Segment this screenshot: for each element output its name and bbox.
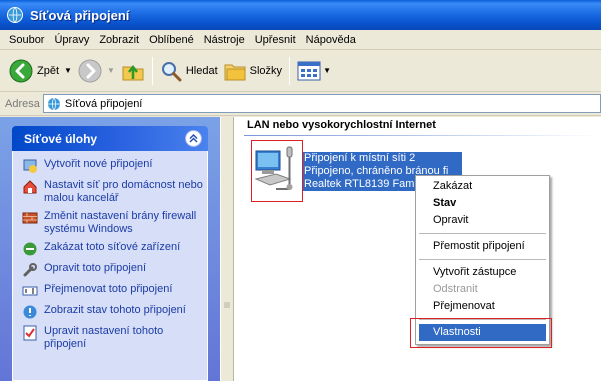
back-arrow-icon (9, 59, 33, 82)
disable-device-icon (23, 242, 37, 256)
task-item[interactable]: Upravit nastavení tohoto připojení (22, 325, 207, 351)
folders-icon (224, 64, 246, 80)
menu-advanced[interactable]: Upřesnit (250, 30, 301, 50)
network-connections-icon (7, 7, 23, 23)
task-item[interactable]: Opravit toto připojení (22, 262, 207, 278)
section-divider (244, 135, 601, 136)
properties-highlight-box (410, 318, 552, 348)
collapse-icon[interactable] (185, 130, 202, 147)
views-icon (297, 61, 321, 80)
connection-name: Připojení k místní síti 2 (304, 152, 416, 164)
menu-favorites[interactable]: Oblíbené (144, 30, 199, 50)
menu-item-delete: Odstranit (433, 283, 478, 295)
lan-connection-icon (254, 146, 293, 190)
views-dropdown-icon[interactable]: ▼ (323, 66, 331, 75)
folders-button[interactable]: Složky (221, 54, 285, 88)
search-icon (161, 61, 182, 81)
search-button[interactable]: Hledat (157, 54, 221, 88)
title-bar: Síťová připojení (0, 0, 601, 30)
menu-item-rename[interactable]: Přejmenovat (416, 298, 549, 315)
section-title: LAN nebo vysokorychlostní Internet (247, 119, 436, 131)
splitter-grip-icon (224, 302, 230, 308)
folder-up-icon (122, 64, 144, 80)
rename-icon (22, 286, 38, 296)
task-item[interactable]: Nastavit síť pro domácnost nebo malou ka… (22, 179, 207, 205)
task-label[interactable]: Opravit toto připojení (44, 262, 204, 275)
task-label[interactable]: Zakázat toto síťové zařízení (44, 241, 204, 254)
task-item[interactable]: Zakázat toto síťové zařízení (22, 241, 207, 257)
address-label: Adresa (5, 97, 40, 110)
task-label[interactable]: Přejmenovat toto připojení (44, 283, 204, 296)
folders-label: Složky (249, 64, 283, 77)
firewall-icon (22, 212, 38, 224)
menu-file[interactable]: Soubor (4, 30, 49, 50)
task-item[interactable]: Změnit nastavení brány firewall systému … (22, 210, 207, 236)
back-dropdown-icon[interactable]: ▼ (64, 66, 72, 75)
new-connection-icon (23, 159, 37, 173)
task-label[interactable]: Změnit nastavení brány firewall systému … (44, 210, 204, 236)
menu-tools[interactable]: Nástroje (199, 30, 250, 50)
menu-item-create-shortcut[interactable]: Vytvořit zástupce (416, 264, 549, 281)
address-field[interactable]: Síťová připojení (42, 94, 601, 113)
toolbar-separator (151, 56, 153, 85)
task-label[interactable]: Zobrazit stav tohoto připojení (44, 304, 204, 317)
connection-icon-highlight[interactable] (251, 140, 303, 202)
task-item[interactable]: Vytvořit nové připojení (22, 158, 207, 174)
network-connections-small-icon (47, 97, 60, 110)
task-label[interactable]: Upravit nastavení tohoto připojení (44, 325, 204, 351)
network-tasks-panel: Síťové úlohy Vytvořit nové připojení Nas… (12, 126, 208, 381)
menu-view[interactable]: Zobrazit (94, 30, 144, 50)
pane-splitter[interactable] (220, 117, 234, 381)
settings-icon (23, 325, 37, 341)
up-button[interactable] (118, 54, 148, 88)
network-tasks-title: Síťové úlohy (24, 131, 98, 146)
toolbar: Zpět ▼ ▼ Hledat Složky ▼ (0, 50, 601, 92)
task-label[interactable]: Vytvořit nové připojení (44, 158, 204, 171)
address-bar: Adresa Síťová připojení (0, 92, 601, 116)
task-item[interactable]: Zobrazit stav tohoto připojení (22, 304, 207, 320)
window-title: Síťová připojení (30, 7, 130, 23)
toolbar-separator-2 (289, 56, 291, 85)
menu-item-status[interactable]: Stav (416, 195, 549, 212)
home-network-icon (23, 180, 37, 194)
address-text: Síťová připojení (64, 97, 143, 110)
network-tasks-list: Vytvořit nové připojení Nastavit síť pro… (12, 151, 208, 381)
back-button[interactable]: Zpět ▼ (6, 54, 75, 88)
menu-bar: Soubor Úpravy Zobrazit Oblíbené Nástroje… (0, 30, 601, 50)
repair-icon (23, 263, 37, 277)
menu-edit[interactable]: Úpravy (49, 30, 94, 50)
task-label[interactable]: Nastavit síť pro domácnost nebo malou ka… (44, 179, 204, 205)
task-pane: Síťové úlohy Vytvořit nové připojení Nas… (0, 117, 220, 381)
back-label: Zpět (37, 64, 60, 77)
menu-item-bridge[interactable]: Přemostit připojení (416, 238, 549, 255)
menu-separator (419, 233, 546, 234)
views-button[interactable]: ▼ (294, 54, 334, 88)
forward-arrow-icon (78, 59, 102, 82)
network-tasks-header[interactable]: Síťové úlohy (12, 126, 208, 151)
menu-separator (419, 259, 546, 260)
forward-button[interactable]: ▼ (75, 54, 118, 88)
search-label: Hledat (185, 64, 218, 77)
task-item[interactable]: Přejmenovat toto připojení (22, 283, 207, 299)
menu-item-repair[interactable]: Opravit (416, 212, 549, 229)
menu-help[interactable]: Nápověda (301, 30, 361, 50)
status-icon (23, 305, 37, 319)
forward-dropdown-icon: ▼ (106, 66, 115, 75)
menu-item-disable[interactable]: Zakázat (416, 178, 549, 195)
